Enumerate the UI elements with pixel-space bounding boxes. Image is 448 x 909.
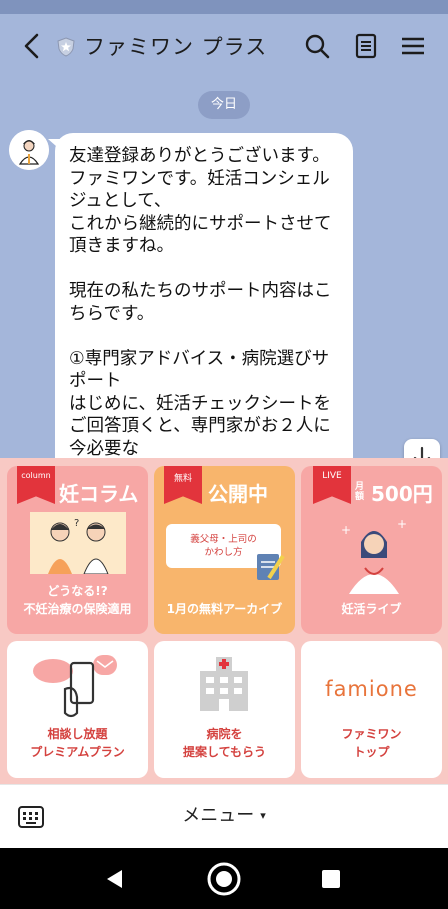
live-ribbon: LIVE — [313, 466, 351, 504]
svg-text:+: + — [341, 523, 351, 537]
caret-down-icon: ▾ — [260, 809, 266, 822]
premium-plan-card[interactable]: 相談し放題 プレミアムプラン — [7, 641, 148, 778]
nav-home-icon[interactable] — [206, 861, 242, 897]
nav-recents-icon[interactable] — [321, 869, 341, 889]
search-icon[interactable] — [303, 32, 331, 60]
column-title: 妊コラム — [59, 482, 139, 506]
message-bubble[interactable]: 友達登録ありがとうございます。 ファミワンです。妊活コンシェルジュとして、 これ… — [55, 133, 353, 458]
avatar[interactable] — [9, 130, 49, 170]
live-card[interactable]: LIVE 月額 500円 + + 妊活ライブ — [301, 466, 442, 634]
menu-toggle-label: メニュー — [182, 805, 255, 826]
column-caption: 不妊治療の保険適用 — [23, 602, 132, 616]
archive-ribbon: 無料 — [164, 466, 202, 504]
scroll-to-bottom-button[interactable] — [404, 439, 440, 458]
famione-top-label: ファミワン トップ — [341, 727, 402, 759]
column-ribbon: column — [17, 466, 55, 504]
svg-text:?: ? — [74, 518, 79, 529]
system-nav-bar — [0, 848, 448, 909]
hamburger-menu-icon[interactable] — [399, 32, 427, 60]
official-shield-icon — [57, 37, 75, 57]
column-subtitle: どうなる!? — [47, 584, 108, 598]
date-separator: 今日 — [198, 91, 250, 119]
couple-illustration-icon: ? — [30, 512, 126, 574]
status-bar — [0, 0, 448, 14]
live-price-prefix: 月額 — [355, 482, 365, 502]
concierge-avatar-icon — [9, 130, 49, 170]
message-text: 友達登録ありがとうございます。 ファミワンです。妊活コンシェルジュとして、 これ… — [69, 146, 332, 458]
chat-header: ファミワン プラス — [0, 14, 448, 78]
bottom-bar: メニュー ▾ — [0, 784, 448, 848]
live-price: 500円 — [371, 482, 433, 506]
keyboard-icon[interactable] — [18, 805, 44, 829]
archive-caption: 1月の無料アーカイブ — [166, 602, 283, 616]
archive-title: 公開中 — [208, 482, 268, 506]
premium-plan-label: 相談し放題 プレミアムプラン — [30, 727, 125, 759]
hospital-label: 病院を 提案してもらう — [182, 727, 267, 759]
nav-back-icon[interactable] — [104, 868, 126, 890]
menu-toggle-button[interactable]: メニュー ▾ — [0, 785, 448, 849]
chevron-left-icon[interactable] — [18, 30, 48, 62]
chat-area[interactable]: 今日 友達登録ありがとうございます。 ファミワンです。妊活コンシェルジュとして、… — [0, 78, 448, 458]
svg-text:+: + — [397, 517, 407, 531]
hospital-building-icon — [200, 657, 248, 711]
live-caption: 妊活ライブ — [341, 602, 402, 616]
notebook-pen-icon — [257, 554, 285, 580]
column-card[interactable]: column 妊コラム ? どうなる!? 不妊治療の保険適用 — [7, 466, 148, 634]
arrow-down-icon — [413, 446, 431, 458]
hospital-card[interactable]: 病院を 提案してもらう — [154, 641, 295, 778]
account-name: ファミワン プラス — [84, 35, 268, 59]
notes-icon[interactable] — [352, 32, 380, 60]
famione-top-card[interactable]: famione ファミワン トップ — [301, 641, 442, 778]
phone-chat-icon — [33, 655, 117, 718]
famione-logo: famione — [325, 677, 418, 701]
presenter-illustration-icon: + + — [341, 517, 407, 594]
rich-menu: column 妊コラム ? どうなる!? 不妊治療の保険適用 無料 公開中 義父… — [0, 458, 448, 784]
archive-card[interactable]: 無料 公開中 義父母・上司の かわし方 1月の無料アーカイブ — [154, 466, 295, 634]
